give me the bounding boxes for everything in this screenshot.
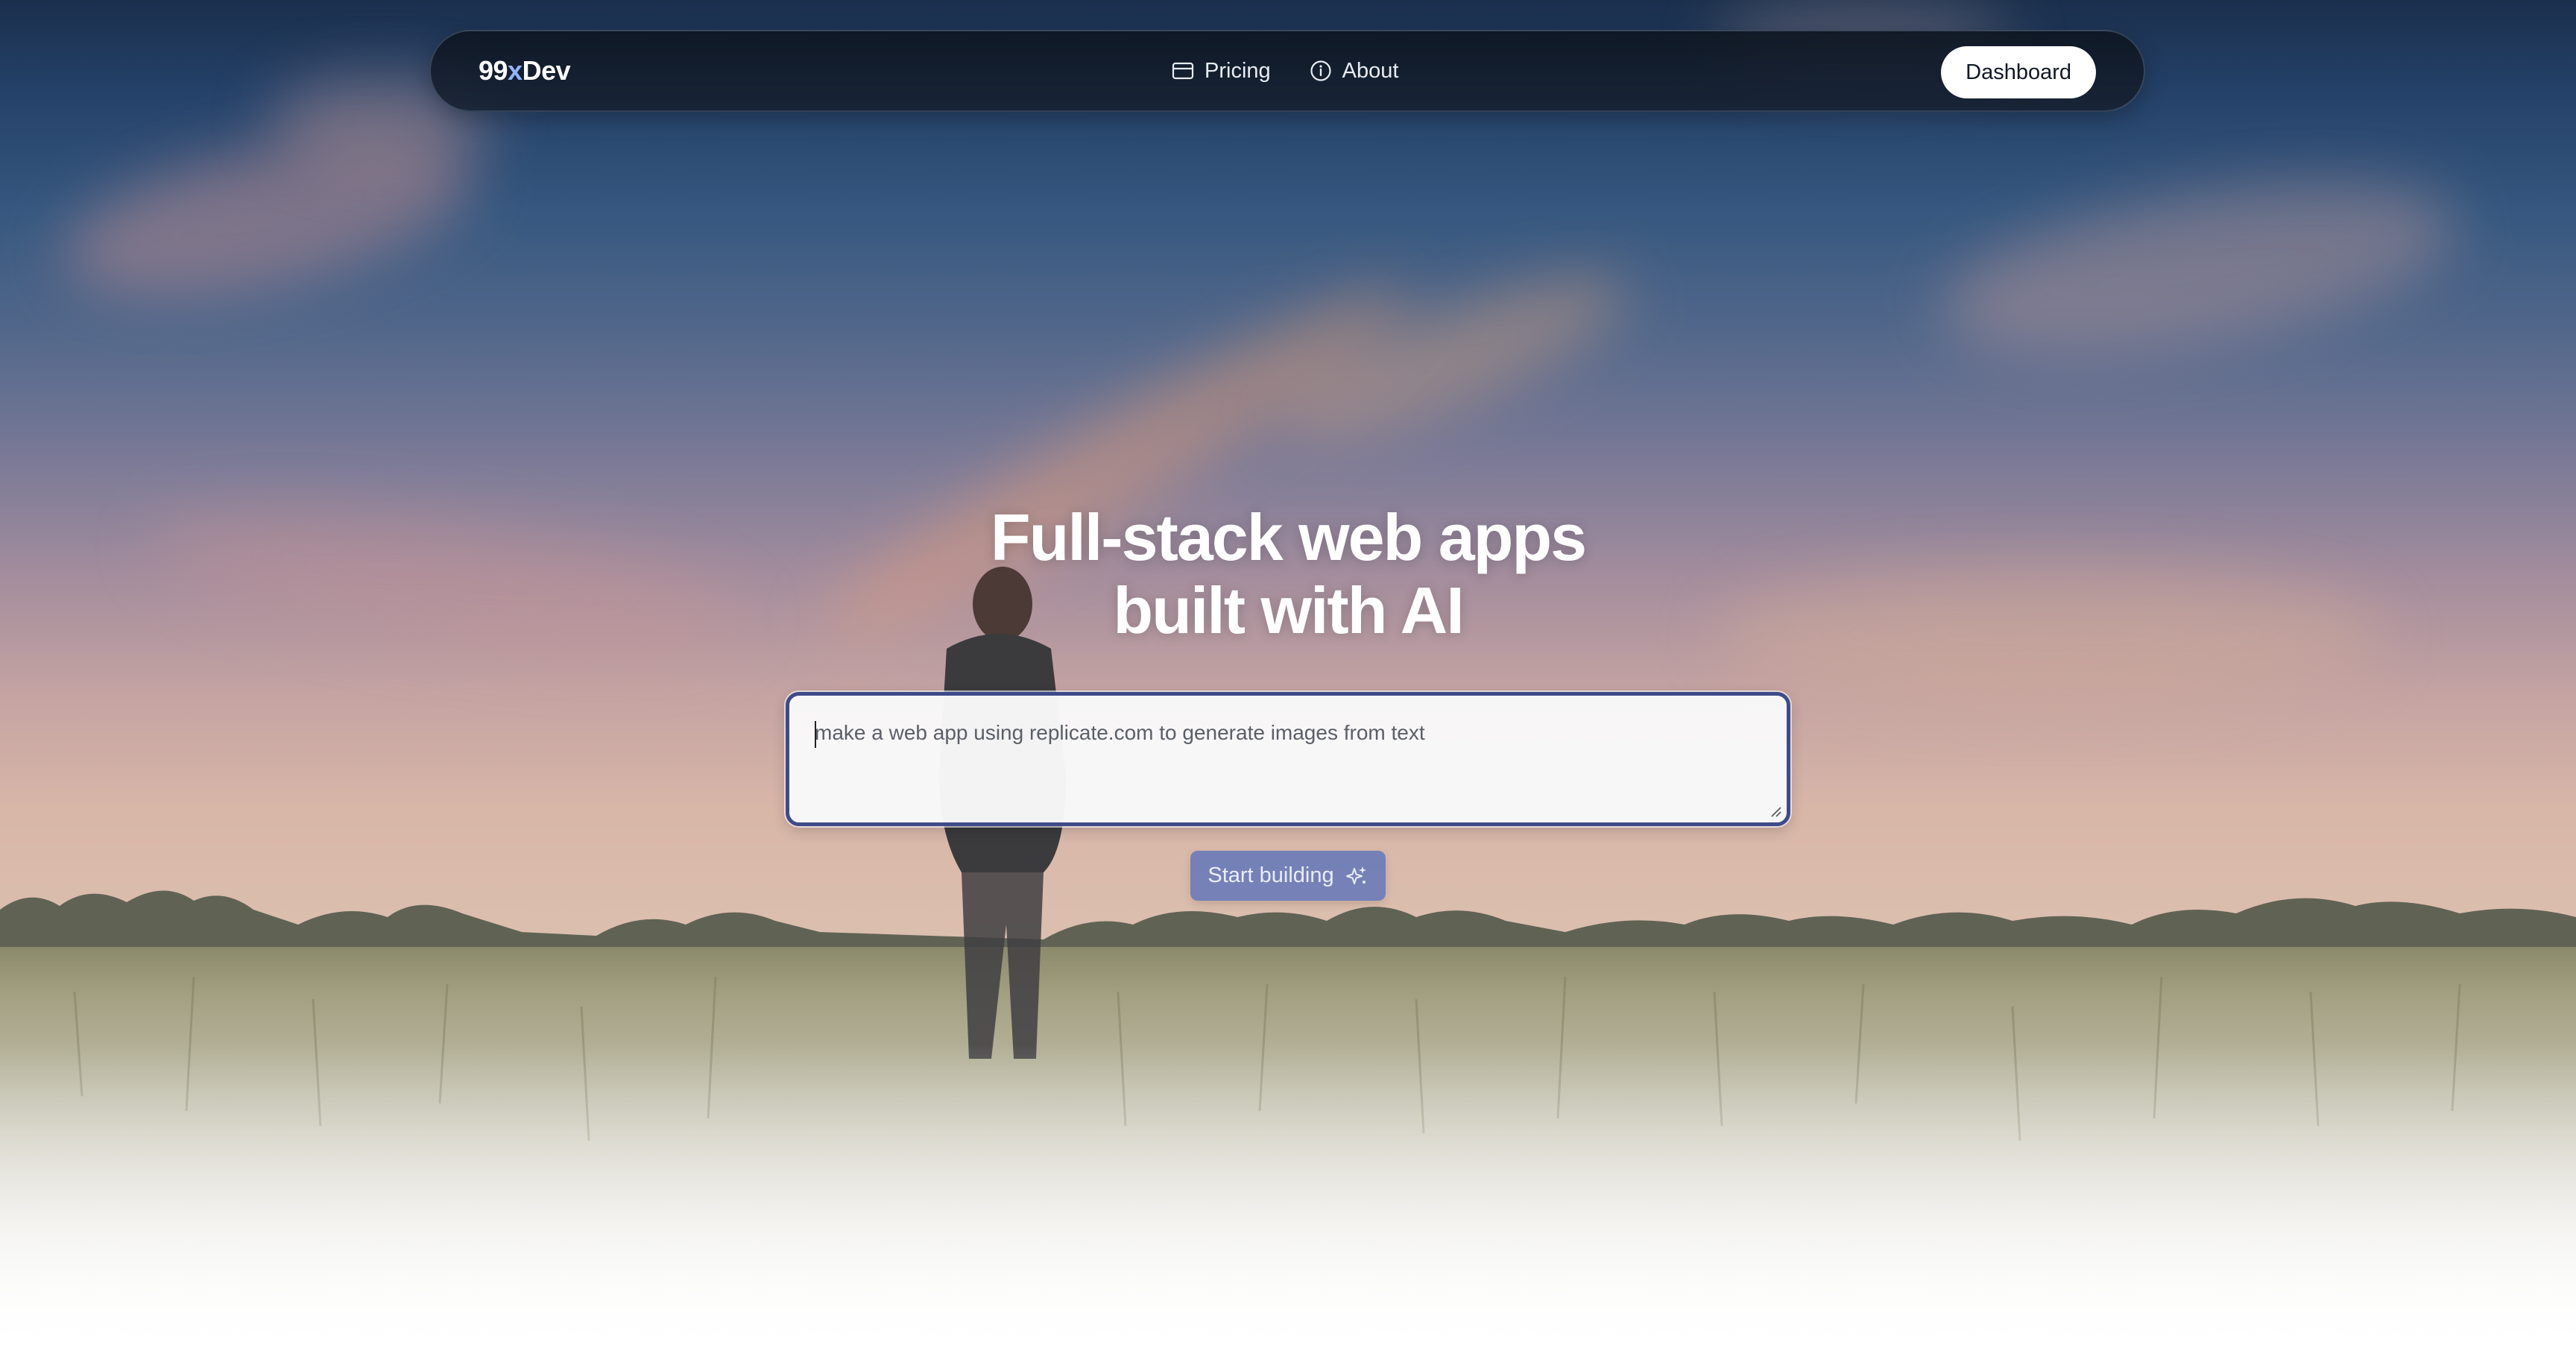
credit-card-icon xyxy=(1172,62,1194,80)
sparkles-icon xyxy=(1345,866,1366,884)
nav-links: Pricing About xyxy=(1172,31,1398,110)
brand-logo[interactable]: 99xDev xyxy=(479,31,571,110)
hero-title-line-2: built with AI xyxy=(1113,573,1464,647)
start-building-label: Start building xyxy=(1208,863,1334,887)
nav-link-about[interactable]: About xyxy=(1310,58,1399,84)
nav-link-pricing[interactable]: Pricing xyxy=(1172,59,1271,84)
landing-page: 99xDev Pricing About Dashboard Full-stac… xyxy=(0,0,2576,1363)
prompt-box xyxy=(786,692,1790,826)
start-building-button[interactable]: Start building xyxy=(1190,851,1386,901)
brand-accent: x xyxy=(508,55,523,86)
info-circle-icon xyxy=(1310,60,1331,81)
nav-link-label: About xyxy=(1342,58,1399,83)
text-caret xyxy=(815,721,816,748)
nav-link-label: Pricing xyxy=(1205,58,1271,83)
dashboard-button[interactable]: Dashboard xyxy=(1941,46,2096,98)
bottom-fade xyxy=(0,1044,2576,1363)
top-navbar: 99xDev Pricing About Dashboard xyxy=(429,30,2145,112)
brand-prefix: 99 xyxy=(479,55,508,86)
hero-background-image xyxy=(0,0,2576,1363)
resize-handle-icon[interactable] xyxy=(1769,805,1782,818)
prompt-input[interactable] xyxy=(789,696,1787,822)
hero-title: Full-stack web apps built with AI xyxy=(745,501,1831,647)
brand-suffix: Dev xyxy=(522,55,571,86)
hero-title-line-1: Full-stack web apps xyxy=(990,500,1587,574)
